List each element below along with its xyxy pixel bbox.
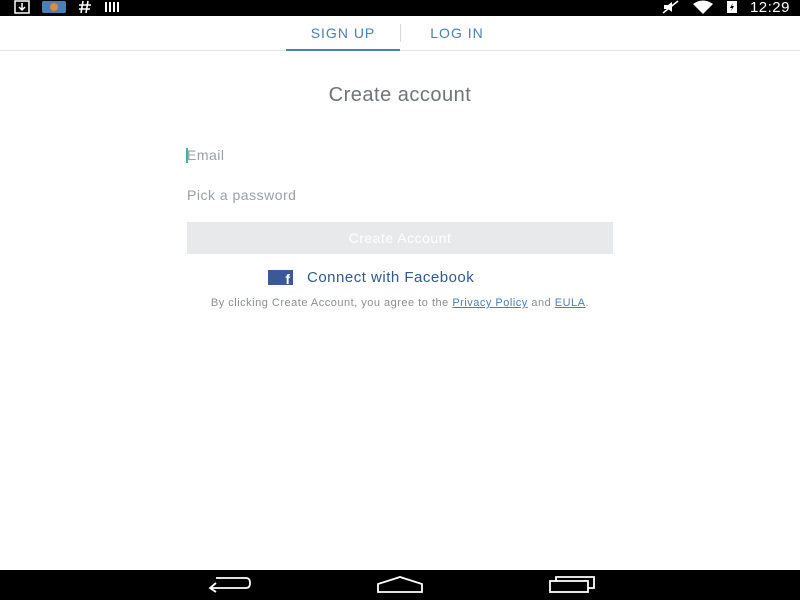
legal-notice: By clicking Create Account, you agree to… bbox=[0, 297, 800, 309]
home-icon[interactable] bbox=[376, 576, 424, 594]
navigation-bar bbox=[0, 570, 800, 600]
clock: 12:29 bbox=[749, 0, 790, 16]
battery-icon bbox=[726, 0, 738, 16]
create-account-button[interactable]: Create Account bbox=[187, 222, 613, 254]
back-icon[interactable] bbox=[206, 576, 252, 594]
facebook-connect-button[interactable]: f Connect with Facebook bbox=[268, 268, 474, 286]
auth-tabs: SIGN UP LOG IN bbox=[0, 16, 800, 51]
wifi-icon bbox=[692, 0, 714, 16]
recent-apps-icon[interactable] bbox=[548, 576, 596, 594]
password-field[interactable] bbox=[187, 183, 613, 207]
mute-icon bbox=[662, 0, 680, 16]
download-icon bbox=[14, 0, 30, 16]
status-bar: 12:29 bbox=[0, 0, 800, 16]
barcode-icon bbox=[104, 0, 120, 16]
legal-suffix: . bbox=[585, 297, 590, 309]
hashtag-icon bbox=[78, 0, 92, 16]
eula-link[interactable]: EULA bbox=[555, 297, 586, 309]
app-notification-icon bbox=[42, 0, 66, 16]
tab-sign-up[interactable]: SIGN UP bbox=[286, 16, 400, 51]
status-left-icons bbox=[14, 0, 120, 16]
facebook-icon: f bbox=[268, 269, 293, 286]
status-right-icons: 12:29 bbox=[662, 0, 790, 16]
privacy-policy-link[interactable]: Privacy Policy bbox=[452, 297, 527, 309]
email-field[interactable] bbox=[187, 143, 613, 167]
tab-divider bbox=[400, 24, 401, 42]
legal-prefix: By clicking Create Account, you agree to… bbox=[210, 297, 449, 309]
legal-and: and bbox=[531, 297, 552, 309]
page-title: Create account bbox=[328, 84, 472, 106]
facebook-connect-label: Connect with Facebook bbox=[307, 268, 475, 286]
tab-log-in[interactable]: LOG IN bbox=[402, 16, 512, 50]
